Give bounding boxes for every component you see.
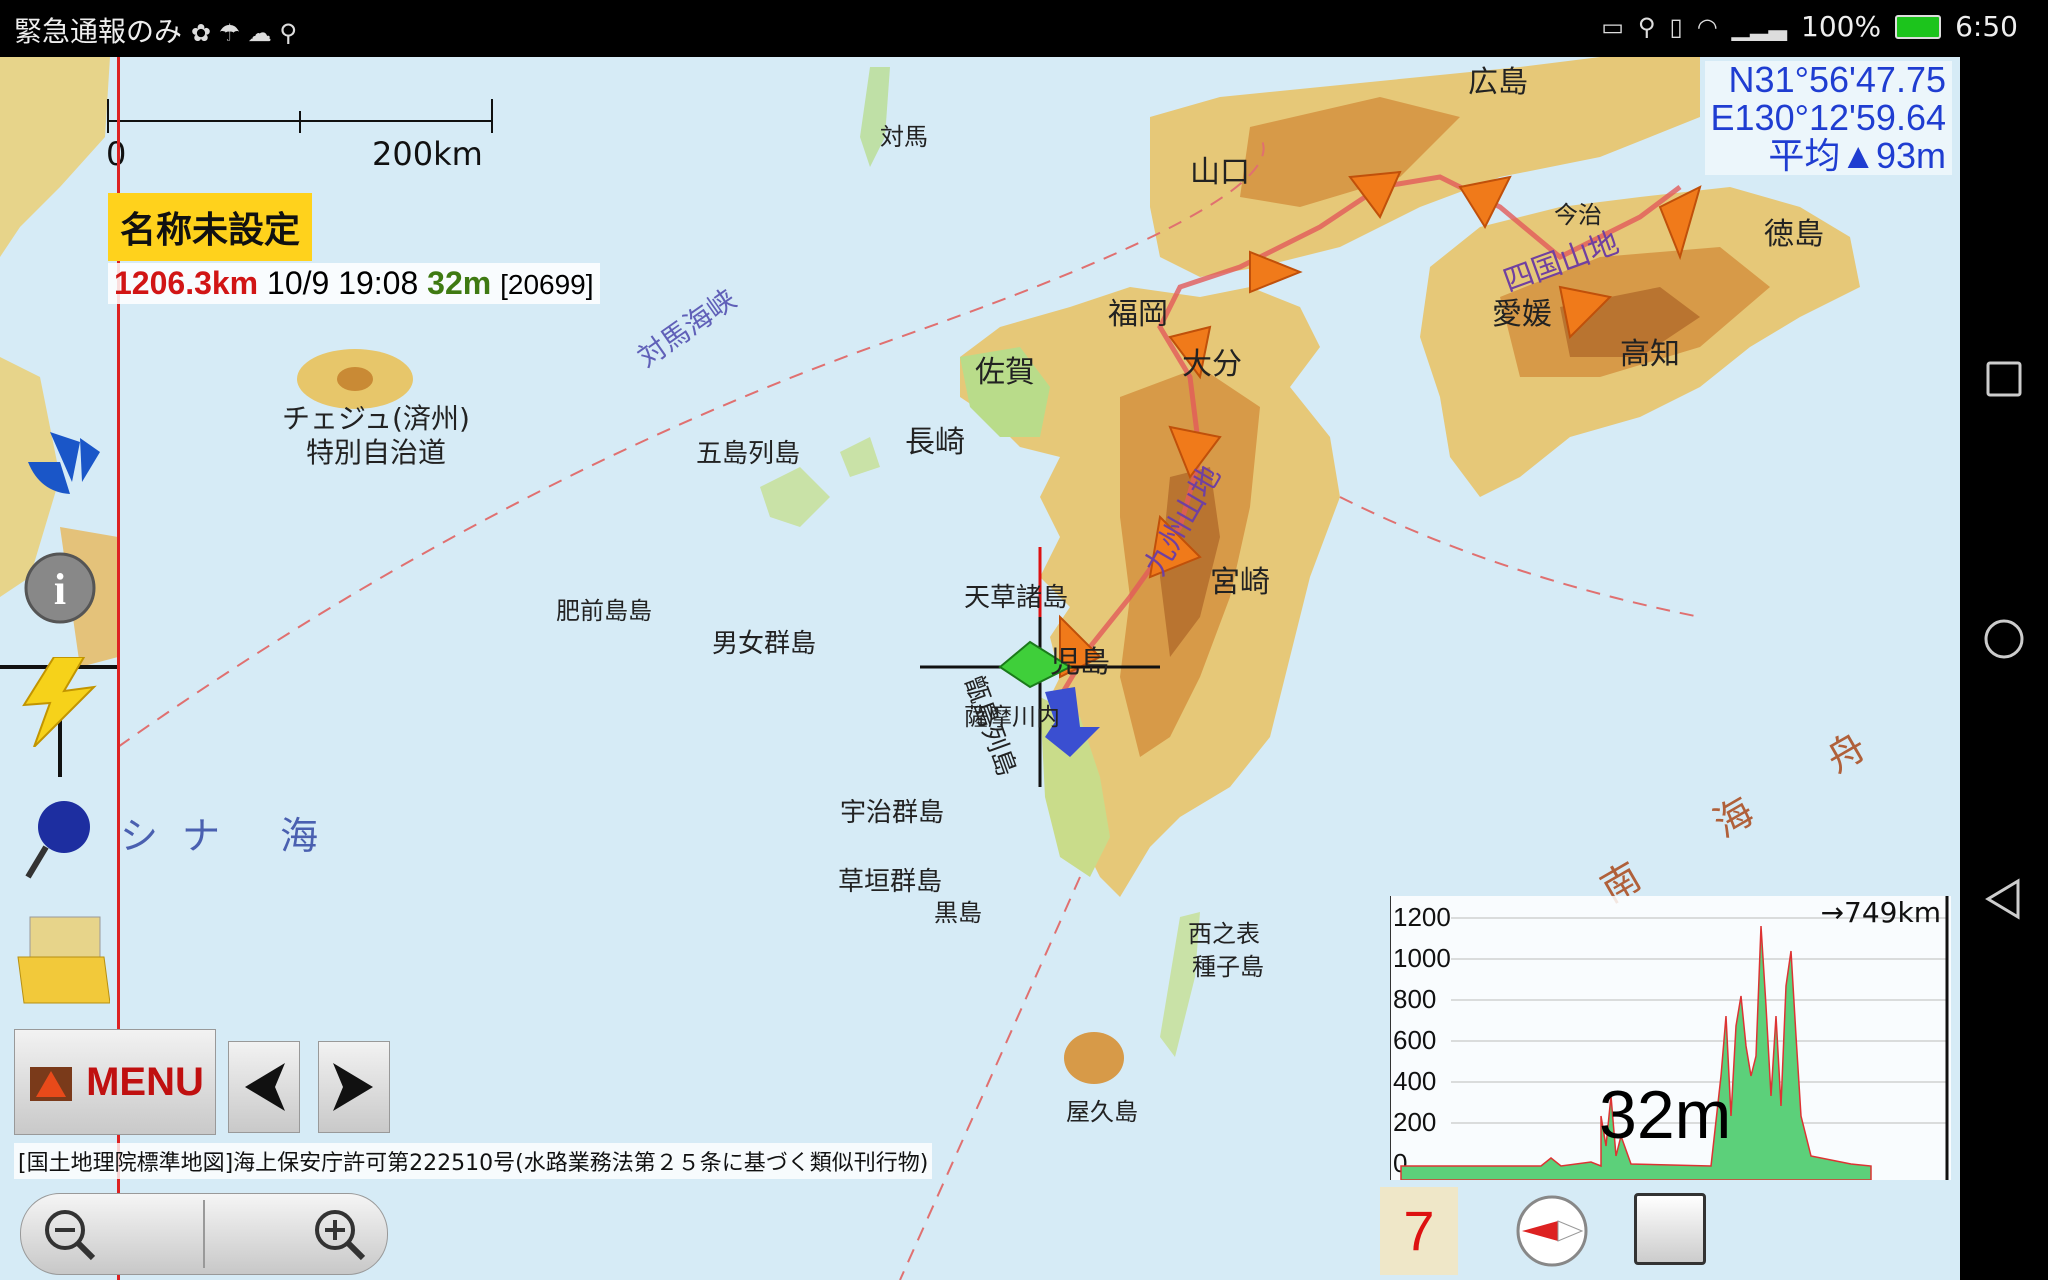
system-nav-bar	[1960, 57, 2048, 1280]
elevation-profile[interactable]: 1200 1000 800 600 400 200 0 →749km 32m	[1390, 896, 1951, 1180]
cast-icon: ▭	[1601, 12, 1624, 41]
zoom-out-button[interactable]	[41, 1206, 97, 1262]
info-icon[interactable]: i	[22, 550, 98, 630]
map-label-yamaguchi: 山口	[1190, 155, 1250, 190]
recents-button[interactable]	[1982, 357, 2026, 401]
home-button[interactable]	[1982, 617, 2026, 661]
compass-button[interactable]	[1514, 1193, 1590, 1269]
zoom-divider	[203, 1200, 205, 1268]
arrow-right-icon	[333, 1063, 373, 1111]
clock: 6:50	[1955, 10, 2018, 43]
map-label-yakushima: 屋久島	[1066, 1098, 1138, 1126]
track-stats: 1206.3km 10/9 19:08 32m [20699]	[108, 263, 600, 304]
map-label-kochi: 高知	[1620, 337, 1680, 372]
zoom-in-icon	[315, 1210, 366, 1261]
map-view[interactable]: チェジュ(済州) 特別自治道 五島列島 男女群島 宇治群島 草垣群島 対馬 長崎…	[0, 57, 1960, 1280]
map-label-oita: 大分	[1182, 347, 1242, 382]
map-label-danjo: 男女群島	[712, 629, 817, 659]
compass-icon	[1516, 1195, 1588, 1267]
location-icon: ⚲	[1637, 12, 1656, 41]
triangle-back-icon	[1985, 878, 2020, 920]
current-altitude: 32m	[1599, 1077, 1732, 1153]
coord-lon: E130°12'59.64	[1710, 97, 1946, 138]
map-label-kusagaki: 草垣群島	[838, 867, 943, 897]
map-label-kagoshima: 児島	[1050, 645, 1110, 680]
map-label-hizen: 肥前島島	[556, 597, 652, 625]
map-label-kuroshima: 黒島	[934, 899, 982, 927]
square-icon	[1986, 361, 2022, 397]
map-label-jeju-special: 特別自治道	[306, 436, 447, 469]
coord-lat: N31°56'47.75	[1728, 59, 1946, 100]
map-label-goto: 五島列島	[696, 439, 801, 469]
coord-alt: 平均▲93m	[1768, 135, 1946, 176]
map-label-nishinoomote: 西之表	[1188, 920, 1260, 948]
next-button[interactable]	[318, 1041, 390, 1133]
status-bar: 緊急通報のみ ✿ ☂ ☁ ⚲ ▭ ⚲ ▯ ◠ ▁▂▃ 100% 6:50	[0, 0, 2048, 57]
track-name[interactable]: 名称未設定	[108, 193, 313, 261]
signal-logo-icon[interactable]	[20, 422, 100, 506]
map-label-saga: 佐賀	[975, 355, 1035, 390]
track-distance: 1206.3km	[114, 265, 259, 301]
track-altitude: 32m	[427, 265, 492, 301]
zoom-control	[20, 1193, 388, 1275]
map-label-imabari: 今治	[1554, 201, 1602, 229]
zoom-out-icon	[45, 1210, 96, 1261]
carrier-text: 緊急通報のみ	[14, 15, 183, 48]
menu-button[interactable]: MENU	[14, 1029, 216, 1135]
scale-bar-graphic	[107, 99, 493, 133]
menu-folder-icon	[30, 1067, 73, 1101]
map-label-fukuoka: 福岡	[1108, 297, 1168, 332]
menu-label: MENU	[86, 1059, 204, 1104]
elevation-distance: →749km	[1820, 896, 1941, 929]
battery-percent: 100%	[1801, 10, 1882, 43]
scale-bar: 0 200km	[100, 77, 500, 177]
vibrate-icon: ▯	[1669, 12, 1683, 41]
map-label-tsushima: 対馬	[880, 123, 928, 151]
map-label-nagasaki: 長崎	[905, 425, 965, 460]
coordinate-readout: N31°56'47.75 E130°12'59.64 平均▲93m	[1704, 59, 1952, 176]
svg-text:i: i	[54, 565, 66, 614]
stop-button[interactable]	[1634, 1193, 1706, 1265]
circle-icon	[1984, 619, 2024, 659]
map-label-tokushima: 徳島	[1764, 217, 1824, 252]
page-number-button[interactable]: 7	[1380, 1187, 1458, 1275]
notification-icons: ✿ ☂ ☁ ⚲	[190, 19, 298, 47]
prev-button[interactable]	[228, 1041, 300, 1133]
battery-icon	[1895, 14, 1942, 39]
track-count: [20699]	[500, 269, 594, 300]
scale-end: 200km	[372, 135, 483, 173]
status-left: 緊急通報のみ ✿ ☂ ☁ ⚲	[14, 10, 297, 50]
arrow-left-icon	[245, 1063, 285, 1111]
track-datetime: 10/9 19:08	[267, 265, 419, 301]
lightning-icon[interactable]	[14, 656, 104, 751]
map-label-hiroshima: 広島	[1468, 65, 1528, 100]
status-right: ▭ ⚲ ▯ ◠ ▁▂▃ 100% 6:50	[1601, 10, 2018, 43]
back-button[interactable]	[1982, 877, 2026, 921]
map-label-miyazaki: 宮崎	[1210, 565, 1270, 600]
map-copyright: [国土地理院標準地図]海上保安庁許可第222510号(水路業務法第２５条に基づく…	[14, 1143, 933, 1179]
wifi-icon: ◠	[1696, 12, 1718, 41]
map-label-tanegashima: 種子島	[1192, 953, 1264, 981]
signal-icon: ▁▂▃	[1731, 12, 1788, 41]
folder-map-icon[interactable]	[14, 907, 111, 1011]
map-label-uji: 宇治群島	[840, 798, 945, 828]
search-lens-icon[interactable]	[22, 797, 98, 891]
track-info-box[interactable]: 名称未設定 1206.3km 10/9 19:08 32m [20699]	[108, 193, 600, 304]
map-label-east-china-sea: シナ 海	[120, 814, 343, 858]
zoom-in-button[interactable]	[311, 1206, 367, 1262]
map-label-amakusa: 天草諸島	[964, 583, 1069, 613]
